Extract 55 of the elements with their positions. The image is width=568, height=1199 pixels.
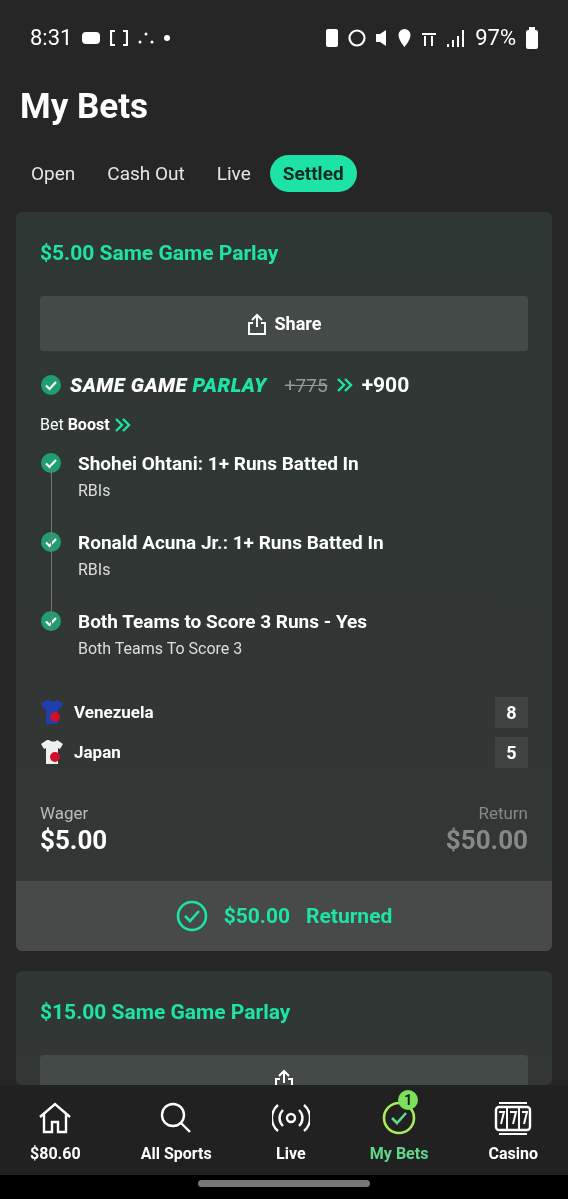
share-icon xyxy=(246,312,267,335)
jersey-icon xyxy=(40,699,64,725)
tab[interactable]: Cash Out xyxy=(94,155,198,192)
brackets-icon xyxy=(110,29,129,46)
leg-selection: Shohei Ohtani: 1+ Runs Batted In xyxy=(78,452,359,476)
share-button[interactable] xyxy=(40,1055,528,1085)
sparkle-icon xyxy=(138,31,155,44)
nav-item[interactable]: All Sports xyxy=(136,1089,216,1163)
leg-market: Both Teams To Score 3 xyxy=(78,639,244,658)
count-badge: 1 xyxy=(398,1089,419,1110)
nav-item[interactable]: $80.60 xyxy=(26,1089,85,1163)
home-indicator[interactable] xyxy=(198,1180,370,1187)
team-score: 8 xyxy=(495,696,528,728)
bet-boost-label: Bet Boost xyxy=(40,415,110,434)
share-icon xyxy=(274,1069,294,1085)
dot-icon xyxy=(164,34,171,41)
parlay-label: SAME GAME PARLAY xyxy=(70,373,267,397)
leg-selection: Both Teams to Score 3 Runs - Yes xyxy=(78,610,368,634)
tab[interactable]: Open xyxy=(18,155,89,192)
wager-label: Wager xyxy=(40,803,90,823)
double-chevron-icon xyxy=(113,416,132,433)
page-title: My Bets xyxy=(20,87,150,127)
battery-percent: 97% xyxy=(475,25,516,50)
signal-icon xyxy=(447,28,466,47)
returned-label: Returned xyxy=(306,904,393,928)
location-icon xyxy=(398,28,412,47)
return-amount: $50.00 xyxy=(445,825,528,855)
return-label: Return xyxy=(477,803,528,823)
status-time: 8:31 xyxy=(30,25,73,50)
leg-selection: Ronald Acuna Jr.: 1+ Runs Batted In xyxy=(78,531,384,555)
tab[interactable]: Live xyxy=(203,155,264,192)
check-circle-icon xyxy=(175,900,208,932)
nav-item[interactable]: My Bets 1 xyxy=(365,1089,433,1163)
jersey-icon xyxy=(40,739,64,765)
team-score: 5 xyxy=(495,736,528,768)
returned-amount: $50.00 xyxy=(223,904,290,928)
tab[interactable]: Settled xyxy=(269,155,357,192)
leg-market: RBIs xyxy=(78,481,112,500)
slot-machine-icon xyxy=(494,1099,533,1138)
nav-item[interactable]: Casino xyxy=(484,1089,542,1163)
wager-amount: $5.00 xyxy=(40,825,108,855)
nav-item[interactable]: Live xyxy=(267,1089,314,1163)
team-name: Venezuela xyxy=(74,702,155,722)
bet-title: $15.00 Same Game Parlay xyxy=(40,999,292,1024)
battery-saver-icon xyxy=(326,28,339,47)
bet-title: $5.00 Same Game Parlay xyxy=(40,240,280,265)
double-chevron-icon xyxy=(335,377,354,393)
share-button[interactable]: Share xyxy=(40,296,528,351)
check-icon xyxy=(40,374,62,396)
boosted-odds: +900 xyxy=(361,373,410,397)
mute-icon xyxy=(376,29,389,46)
leg-market: RBIs xyxy=(78,560,112,579)
team-name: Japan xyxy=(74,742,122,762)
original-odds: +775 xyxy=(284,373,328,397)
battery-icon xyxy=(526,26,538,49)
